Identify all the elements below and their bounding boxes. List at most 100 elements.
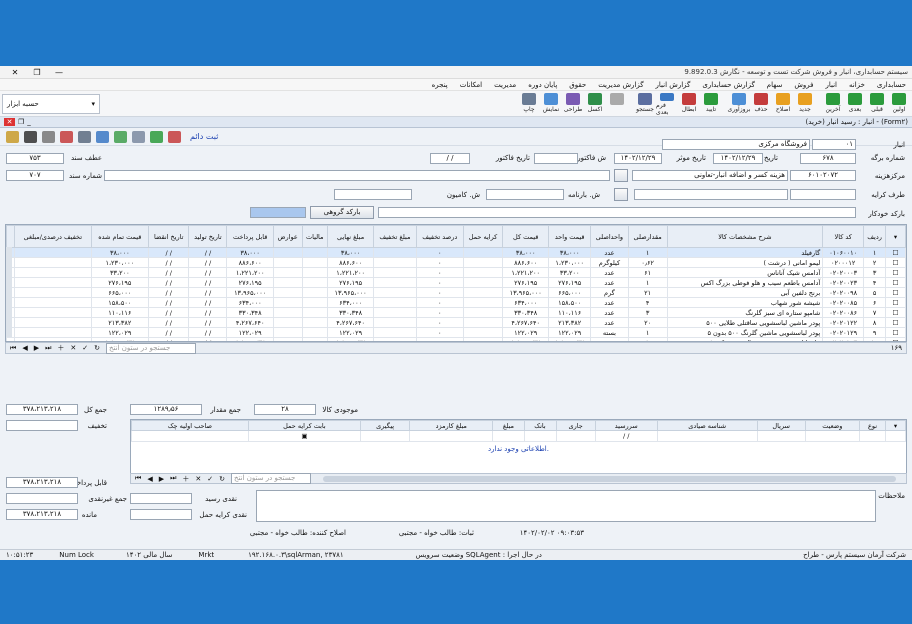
payments-cell[interactable] (804, 430, 861, 442)
table-cell[interactable]: ۱۲۲،۰۲۹ (226, 327, 274, 338)
table-cell[interactable] (301, 257, 329, 268)
table-cell[interactable]: ۱ (627, 277, 668, 288)
table-cell[interactable] (373, 267, 417, 278)
payments-header-6[interactable]: بانک (523, 420, 557, 431)
table-cell[interactable]: ۹ (863, 327, 886, 338)
table-cell[interactable] (462, 287, 504, 298)
table-cell[interactable]: گرم (590, 287, 629, 298)
table-cell[interactable]: / / (188, 257, 228, 268)
sum-field[interactable]: ۳۷۸،۲۱۳،۲۱۸ (6, 404, 78, 415)
payments-cell[interactable]: ▣ (247, 430, 362, 442)
ribbon-button-15[interactable]: نمایش (540, 92, 562, 116)
items-grid[interactable]: ▾ ردیف کد کالا شرح مشخصات کالا مقدارصلی واحدا… (5, 224, 907, 342)
table-cell[interactable]: ۱،۲۲۱،۲۰۰ (327, 267, 375, 278)
table-cell[interactable] (301, 317, 329, 328)
table-cell[interactable]: / / (147, 297, 190, 308)
column-header-14[interactable]: تاریخ تولید (188, 225, 228, 248)
table-row[interactable]: ☐ ۸ ۰۲۰۲۰۱۲۲ پودر ماشین لباسشویی ساقتلی طل… (6, 317, 906, 328)
inv-date-field[interactable]: / / (430, 153, 470, 164)
payments-nav-0[interactable]: ⏮ (135, 474, 141, 483)
table-cell[interactable] (301, 247, 329, 258)
table-cell[interactable]: ۰۱۰۶۰۰۱۰ (822, 247, 865, 258)
nav-button-7[interactable]: ↻ (94, 344, 100, 352)
table-cell[interactable] (462, 307, 504, 318)
table-cell[interactable]: ۳ (627, 307, 668, 318)
column-header-7[interactable]: کرایه حمل (462, 225, 504, 248)
noncash-field[interactable] (6, 493, 78, 504)
table-cell[interactable]: ۷ (863, 307, 886, 318)
table-cell[interactable]: ۰ (415, 327, 464, 338)
menu-item-3[interactable]: فروش (794, 81, 813, 89)
table-cell[interactable]: عدد (590, 247, 629, 258)
table-cell[interactable]: عدد (590, 297, 629, 308)
table-cell[interactable] (301, 297, 329, 308)
table-cell[interactable] (462, 297, 504, 308)
party-name-field[interactable] (634, 189, 788, 200)
table-cell[interactable]: ۳۳۰،۳۴۸ (226, 307, 274, 318)
ribbon-button-14[interactable]: طراحی (562, 92, 584, 116)
form-tool-icon-2[interactable] (42, 130, 55, 143)
payments-nav-3[interactable]: ⏭ (170, 474, 176, 483)
center-extra-field[interactable] (104, 170, 610, 181)
row-checkbox[interactable]: ☐ (885, 287, 906, 298)
table-cell[interactable]: / / (188, 277, 228, 288)
table-cell[interactable]: ۰ (415, 277, 464, 288)
ribbon-button-11[interactable]: جستجو (634, 92, 656, 116)
table-cell[interactable]: ۱۲۲،۰۲۹ (90, 327, 150, 338)
eff-date-field[interactable]: ۱۴۰۲/۱۲/۲۹ (614, 153, 662, 164)
ribbon-button-7[interactable]: بروزآوری (728, 92, 750, 116)
nav-button-3[interactable]: ⏭ (45, 344, 51, 353)
grid-scrollbar[interactable] (6, 247, 12, 337)
table-cell[interactable]: ۱،۲۲۱،۲۰۰ (502, 267, 550, 278)
table-cell[interactable] (373, 277, 417, 288)
barge-no-field[interactable]: ۶۷۸ (800, 153, 856, 164)
table-row[interactable]: ☐ ۶ ۰۲۰۲۰۰۸۵ شیشه شور شهاب ۴ عدد ۱۵۸،۵۰۰ ۶۳۴،۰… (6, 297, 906, 308)
row-checkbox[interactable]: ☐ (885, 307, 906, 318)
table-cell[interactable]: ۶۶۵،۰۰۰ (548, 287, 592, 298)
nav-button-2[interactable]: ▶ (34, 344, 39, 352)
payments-nav-1[interactable]: ◀ (147, 475, 152, 483)
table-cell[interactable]: ۴ (627, 297, 668, 308)
party-lookup-button[interactable] (614, 188, 628, 201)
table-cell[interactable]: ۰ (415, 287, 464, 298)
ribbon-button-6[interactable]: حذف (750, 92, 772, 116)
table-cell[interactable]: پودر ماشین لباسشویی ساقتلی طلایی ۵۰۰ (666, 317, 824, 328)
table-cell[interactable]: ۲۷۶،۱۹۵ (226, 277, 274, 288)
center-code-field[interactable]: ۶۰۱۰۲۰۷۲ (790, 170, 856, 181)
column-header-1[interactable]: کد کالا (822, 225, 865, 248)
table-cell[interactable] (301, 277, 329, 288)
table-cell[interactable]: کیلوگرم (590, 257, 629, 268)
menu-item-7[interactable]: گزارش مدیریت (598, 81, 643, 89)
table-cell[interactable]: / / (188, 267, 228, 278)
column-header-15[interactable]: تاریخ انقضا (147, 225, 190, 248)
minimize-icon[interactable]: — (48, 68, 70, 77)
tool-select[interactable]: حسبه ابزار ▾ (2, 93, 100, 114)
table-cell[interactable]: ۱،۲۳۰،۰۰۰ (90, 257, 150, 268)
ribbon-button-3[interactable]: آخرین (822, 92, 844, 116)
ribbon-button-2[interactable]: بعدی (844, 92, 866, 116)
table-row[interactable]: ☐ ۲ ۰۲۰۰۰۱۲ لیمو امانی ( درشت ) ۰٫۶۲ کیلوگرم… (6, 257, 906, 268)
table-cell[interactable] (272, 247, 303, 258)
grid-search-input[interactable]: جستجو در ستون انتخ (106, 342, 197, 354)
table-cell[interactable] (14, 307, 92, 318)
ribbon-button-16[interactable]: چاپ (518, 92, 540, 116)
table-cell[interactable] (14, 287, 92, 298)
ribbon-button-0[interactable]: اولین (888, 92, 910, 116)
column-header-12[interactable]: عوارض (272, 225, 303, 248)
table-cell[interactable] (272, 307, 303, 318)
payments-cell[interactable] (492, 430, 525, 442)
table-cell[interactable]: ۰۲۰۰۰۱۲ (822, 257, 865, 268)
payments-cell[interactable] (131, 430, 249, 442)
table-cell[interactable]: لیمو امانی ( درشت ) (666, 257, 824, 268)
table-cell[interactable] (462, 267, 504, 278)
payments-header-7[interactable]: مبلغ (492, 420, 525, 431)
row-checkbox[interactable]: ☐ (885, 247, 906, 258)
anbar-name-field[interactable]: فروشگاه مرکزی (662, 139, 810, 150)
table-cell[interactable]: / / (147, 307, 190, 318)
table-cell[interactable]: ۶۳۴،۰۰۰ (502, 297, 550, 308)
table-cell[interactable]: / / (147, 257, 190, 268)
row-checkbox[interactable]: ☐ (885, 317, 906, 328)
form-tool-icon-5[interactable] (96, 130, 109, 143)
table-cell[interactable]: ۲ (863, 257, 886, 268)
menu-item-12[interactable]: پنجره (432, 81, 448, 89)
